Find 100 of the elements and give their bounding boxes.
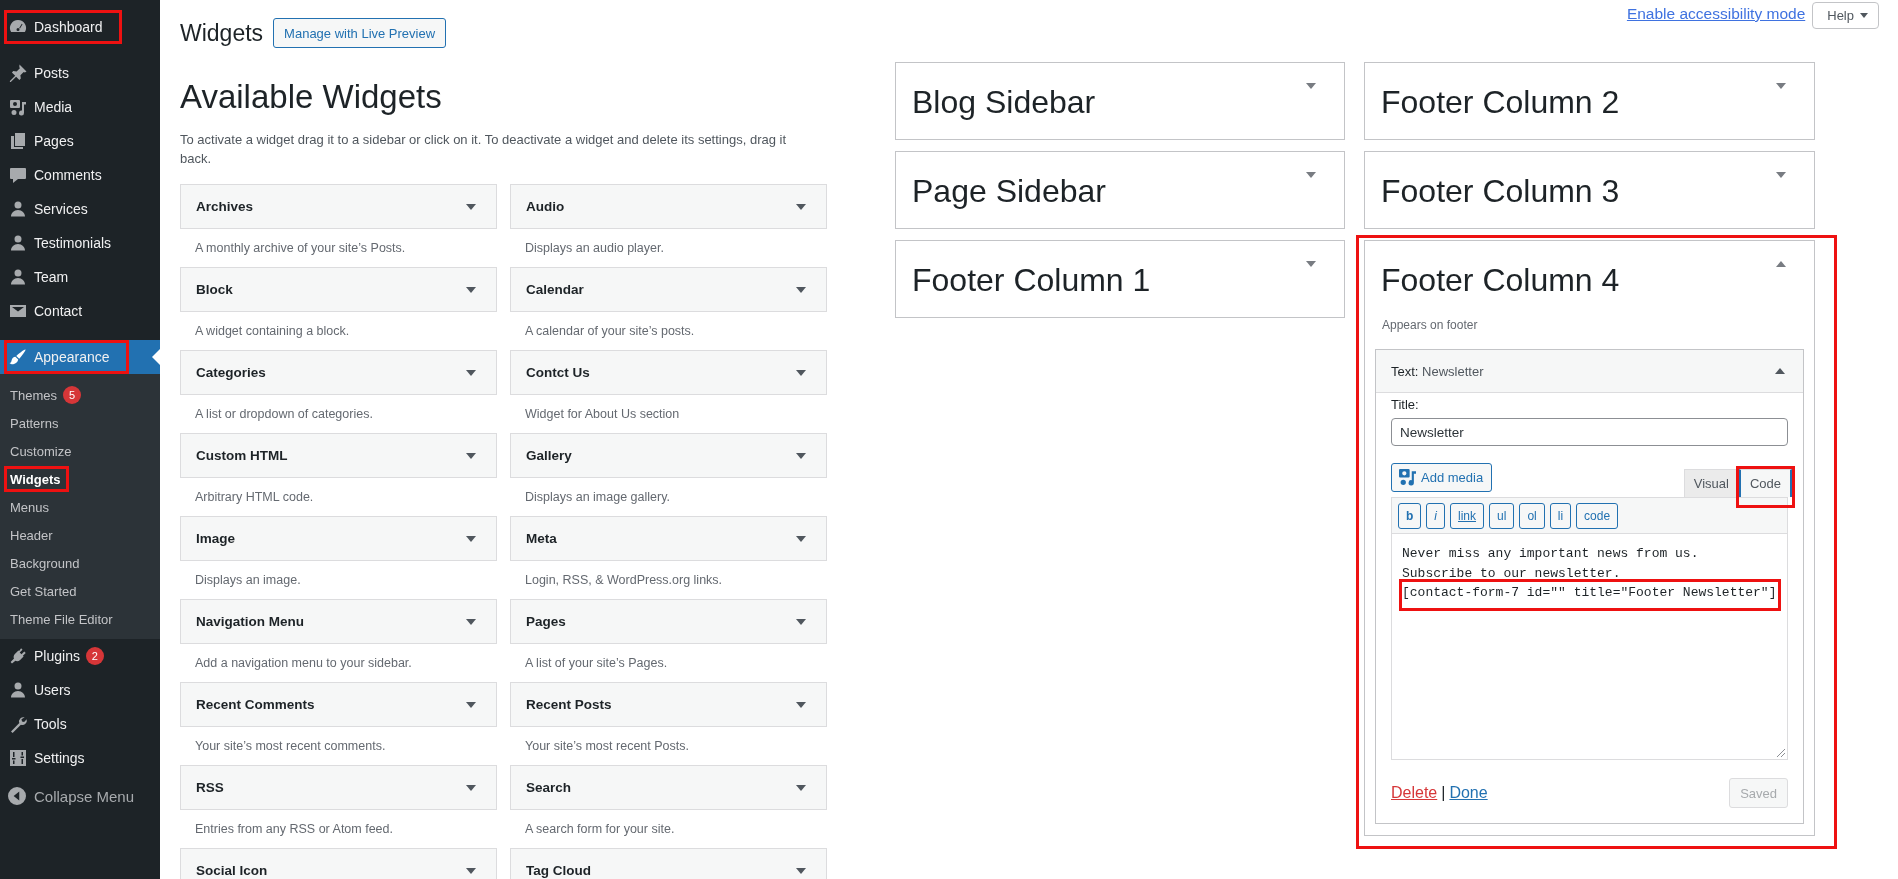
media-icon <box>1399 469 1416 486</box>
widget-description: Your site’s most recent Posts. <box>524 738 690 755</box>
add-media-button[interactable]: Add media <box>1391 463 1493 492</box>
menu-item[interactable]: Comments <box>7 163 108 187</box>
widget-description: Displays an image. <box>194 572 302 589</box>
widget-title-bar[interactable]: Contct Us <box>510 350 827 395</box>
widget-title-bar[interactable]: Recent Comments <box>180 682 497 727</box>
format-button[interactable]: ul <box>1489 503 1515 529</box>
section-heading: Available Widgets <box>180 77 443 117</box>
person-icon <box>8 233 28 253</box>
pushpin-icon <box>8 63 28 83</box>
accessibility-mode-link[interactable]: Enable accessibility mode <box>1626 5 1806 23</box>
widget-title-bar[interactable]: Gallery <box>510 433 827 478</box>
widget-description: Login, RSS, & WordPress.org links. <box>524 572 724 589</box>
delete-link[interactable]: Delete <box>1391 784 1438 802</box>
wrench-icon <box>8 714 28 734</box>
format-button[interactable]: i <box>1426 503 1445 529</box>
format-button[interactable]: link <box>1450 503 1485 529</box>
widget-area-header[interactable]: Footer Column 2 <box>1365 63 1814 139</box>
person-icon <box>8 267 28 287</box>
widget-description: A monthly archive of your site’s Posts. <box>194 240 407 257</box>
widget-description: A calendar of your site’s posts. <box>524 323 696 340</box>
widget-title-bar[interactable]: Calendar <box>510 267 827 312</box>
widget-description: A list or dropdown of categories. <box>194 406 374 423</box>
sliders-icon <box>8 748 28 768</box>
widget-description: Entries from any RSS or Atom feed. <box>194 821 394 838</box>
plug-icon <box>8 646 28 666</box>
menu-item[interactable]: Testimonials <box>7 231 118 255</box>
widget-description: Add a navigation menu to your sidebar. <box>194 655 413 672</box>
menu-item[interactable]: Contact <box>7 299 89 323</box>
done-link[interactable]: Done <box>1449 784 1488 802</box>
menu-item[interactable]: Posts <box>7 61 75 85</box>
widget-title-bar[interactable]: Text: Newsletter <box>1376 350 1803 393</box>
format-button[interactable]: code <box>1576 503 1619 529</box>
pointer-notch-icon <box>152 349 160 365</box>
submenu-item[interactable]: Theme File Editor <box>7 609 119 629</box>
widget-area-header[interactable]: Blog Sidebar <box>896 63 1344 139</box>
widget-title-bar[interactable]: Tag Cloud <box>510 848 827 879</box>
widget-title-bar[interactable]: Search <box>510 765 827 810</box>
speech-bubble-icon <box>8 165 28 185</box>
widget-area-header[interactable]: Footer Column 1 <box>896 241 1344 317</box>
format-button[interactable]: li <box>1549 503 1572 529</box>
live-preview-button[interactable]: Manage with Live Preview <box>273 18 447 48</box>
code-line: [contact-form-7 id="" title="Footer Newsletter"] <box>1402 584 1777 602</box>
widget-title-bar[interactable]: RSS <box>180 765 497 810</box>
menu-item[interactable]: Tools <box>7 712 73 736</box>
submenu-item[interactable]: Header <box>7 525 59 545</box>
widget-description: Displays an image gallery. <box>524 489 671 506</box>
pages-icon <box>8 131 28 151</box>
widget-title-bar[interactable]: Pages <box>510 599 827 644</box>
format-button[interactable]: ol <box>1519 503 1545 529</box>
editor-tab[interactable]: Code <box>1738 469 1792 497</box>
widget-title-bar[interactable]: Audio <box>510 184 827 229</box>
count-badge: 2 <box>85 647 104 665</box>
widget-title-bar[interactable]: Navigation Menu <box>180 599 497 644</box>
widget-description: Your site’s most recent comments. <box>194 738 387 755</box>
widget-title-bar[interactable]: Custom HTML <box>180 433 497 478</box>
resize-handle-icon[interactable] <box>1777 749 1785 757</box>
collapse-arrow-icon <box>8 787 26 805</box>
widget-title-bar[interactable]: Social Icon <box>180 848 497 879</box>
menu-item[interactable]: Users <box>7 678 77 702</box>
widget-area-header[interactable]: Footer Column 4 <box>1365 241 1814 299</box>
title-input[interactable]: Newsletter <box>1391 418 1788 446</box>
widget-area-header[interactable]: Page Sidebar <box>896 152 1344 228</box>
submenu-item[interactable]: Background <box>7 553 86 573</box>
menu-item[interactable]: Settings <box>7 746 91 770</box>
widget-description: A widget containing a block. <box>194 323 351 340</box>
menu-item[interactable]: Team <box>7 265 75 289</box>
submenu-item[interactable]: Menus <box>7 497 56 517</box>
submenu-item[interactable]: Patterns <box>7 413 65 433</box>
page-title: Widgets <box>180 19 264 48</box>
widget-title-bar[interactable]: Archives <box>180 184 497 229</box>
widget-title-bar[interactable]: Meta <box>510 516 827 561</box>
widget-title-bar[interactable]: Block <box>180 267 497 312</box>
widget-area-header[interactable]: Footer Column 3 <box>1365 152 1814 228</box>
menu-item[interactable]: Media <box>7 95 79 119</box>
editor-tab[interactable]: Visual <box>1683 469 1739 497</box>
media-icon <box>8 97 28 117</box>
menu-item[interactable]: Services <box>7 197 94 221</box>
menu-item[interactable]: Dashboard <box>7 15 109 39</box>
submenu-item[interactable]: Get Started <box>7 581 83 601</box>
widget-title-bar[interactable]: Categories <box>180 350 497 395</box>
collapse-menu-button[interactable]: Collapse Menu <box>0 782 143 810</box>
submenu-item[interactable]: Themes 5 <box>7 385 87 405</box>
submenu-item[interactable]: Customize <box>7 441 78 461</box>
submenu-item[interactable]: Widgets <box>7 469 67 489</box>
widget-title-bar[interactable]: Recent Posts <box>510 682 827 727</box>
menu-item[interactable]: Pages <box>7 129 80 153</box>
paintbrush-icon <box>8 347 28 367</box>
format-button[interactable]: b <box>1398 503 1422 529</box>
menu-item[interactable]: Plugins 2 <box>7 644 110 668</box>
person-icon <box>8 199 28 219</box>
widget-description: Displays an audio player. <box>524 240 665 257</box>
count-badge: 5 <box>62 386 81 404</box>
widget-description: A search form for your site. <box>524 821 676 838</box>
code-editor-field[interactable]: Never miss any important news from us. Subscribe to our newsletter. [contact-form-7 id="" title="Footer Newsletter"] <box>1391 533 1788 760</box>
link-separator: | <box>1441 784 1446 802</box>
help-button[interactable]: Help <box>1812 2 1879 29</box>
menu-item[interactable]: Appearance <box>7 345 116 369</box>
widget-title-bar[interactable]: Image <box>180 516 497 561</box>
